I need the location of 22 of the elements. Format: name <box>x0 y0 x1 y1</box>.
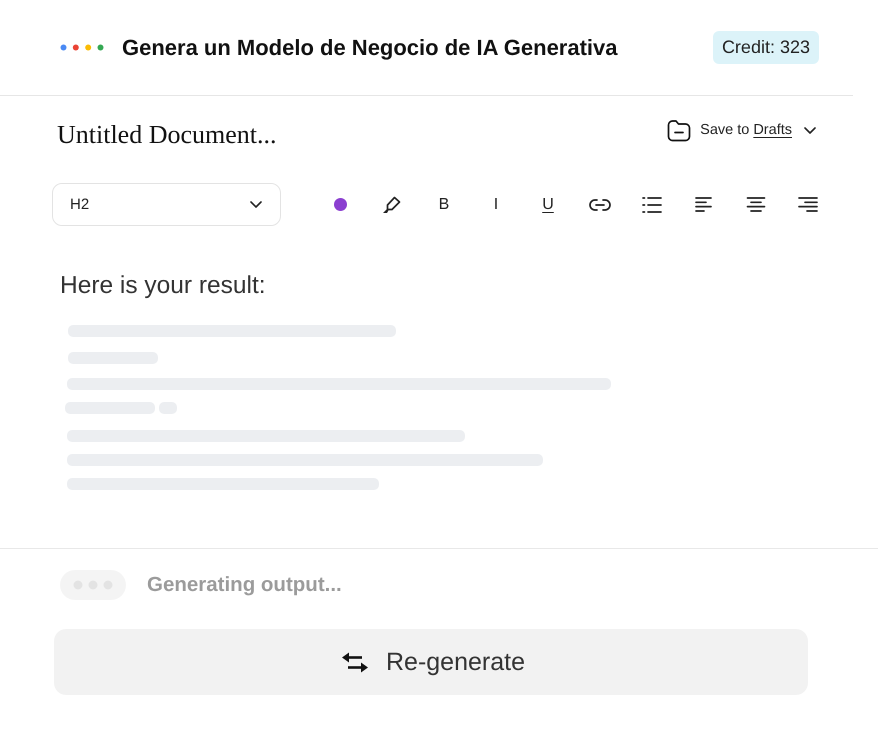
bold-button[interactable]: B <box>426 186 462 222</box>
chevron-down-icon <box>804 126 816 134</box>
chevron-down-icon <box>250 201 262 208</box>
heading-style-dropdown[interactable]: H2 <box>52 183 281 226</box>
link-icon <box>589 198 611 212</box>
swap-arrows-icon <box>341 652 369 672</box>
credit-badge: Credit: 323 <box>712 31 819 64</box>
highlighter-icon <box>382 196 402 214</box>
italic-button[interactable]: I <box>478 186 514 222</box>
page-title: Genera un Modelo de Negocio de IA Generativa <box>122 34 619 60</box>
status-text: Generating output... <box>147 573 342 597</box>
align-right-icon <box>798 197 818 212</box>
four-dots-logo-icon <box>60 44 104 51</box>
document-title: Untitled Document... <box>57 120 277 150</box>
save-to-drafts-button[interactable]: Save to Drafts <box>667 116 816 144</box>
align-center-icon <box>746 197 766 212</box>
bullet-list-icon <box>642 196 662 214</box>
underline-button[interactable]: U <box>530 186 566 222</box>
align-left-icon <box>695 197 713 212</box>
result-heading: Here is your result: <box>60 272 266 300</box>
regenerate-button[interactable]: Re-generate <box>54 629 808 695</box>
folder-icon <box>667 118 692 142</box>
